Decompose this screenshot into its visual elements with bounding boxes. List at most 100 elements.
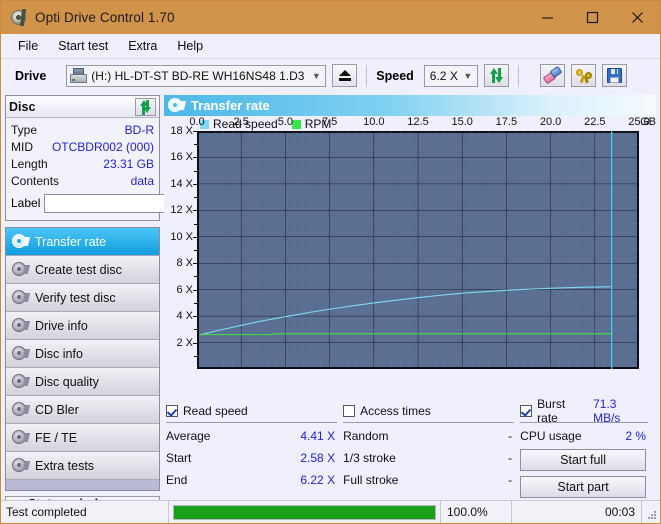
toolbar-divider-1 <box>366 64 368 87</box>
access-times-checkbox[interactable] <box>343 405 356 417</box>
stat-key: Random <box>343 429 389 443</box>
disc-tab-icon <box>12 262 31 277</box>
burst-rate-stats: Burst rate 71.3 MB/s CPU usage 2 % Start… <box>520 397 654 498</box>
tabs-filler <box>6 480 159 490</box>
x-tick-label: 7.5 <box>321 116 338 128</box>
stat-value: 6.22 X <box>300 473 336 487</box>
start-part-button[interactable]: Start part <box>520 476 646 498</box>
close-icon[interactable] <box>615 1 660 34</box>
refresh-button[interactable] <box>483 64 509 87</box>
disc-panel-title: Disc <box>9 99 36 114</box>
stats-panel: Read speed Average 4.41 X Start 2.58 X E… <box>164 397 656 500</box>
refresh-icon <box>139 100 152 115</box>
sidebar-item-disc-info[interactable]: Disc info <box>6 340 159 368</box>
status-message: Test completed <box>1 501 169 523</box>
chart-x-axis: 0.0 2.5 5.0 7.5 10.0 12.5 15.0 17.5 20.0 22.5 25.0… <box>189 116 656 136</box>
menu-bar: File Start test Extra Help <box>1 34 660 58</box>
sidebar-item-drive-info[interactable]: Drive info <box>6 312 159 340</box>
x-tick-label: 15.0 <box>451 116 473 128</box>
menu-item-extra[interactable]: Extra <box>119 37 166 56</box>
speed-label: Speed <box>376 68 414 83</box>
disc-row-value: 23.31 GB <box>103 156 154 171</box>
progress-bar <box>173 504 436 520</box>
disc-panel-header: Disc <box>6 96 159 118</box>
access-times-stats: Access times Random - 1/3 stroke - Full <box>343 402 520 498</box>
disc-row-key: Type <box>11 122 38 137</box>
disc-row-key: MID <box>11 139 33 154</box>
resize-grip[interactable] <box>642 501 660 523</box>
menu-item-file[interactable]: File <box>9 37 47 56</box>
disc-row-type: Type BD-R <box>11 121 154 138</box>
sidebar-item-verify-test-disc[interactable]: Verify test disc <box>6 284 159 312</box>
stat-key: Full stroke <box>343 473 399 487</box>
divider <box>166 422 338 423</box>
drive-toolbar: Drive (H:) HL-DT-ST BD-RE WH16NS48 1.D3 … <box>1 58 660 92</box>
stat-value: - <box>508 451 513 465</box>
speed-select[interactable]: 6.2 X ▼ <box>423 64 478 87</box>
drive-select-value: (H:) HL-DT-ST BD-RE WH16NS48 1.D3 <box>91 68 305 83</box>
drive-label: Drive <box>15 68 47 83</box>
disc-row-length: Length 23.31 GB <box>11 155 154 172</box>
sidebar-item-label: Verify test disc <box>35 290 116 305</box>
read-speed-checkbox[interactable] <box>166 405 178 417</box>
burst-rate-checkbox[interactable] <box>520 405 533 417</box>
window-controls <box>525 1 660 34</box>
access-times-checkbox-row[interactable]: Access times <box>343 402 520 420</box>
y-tick-label: 4 X <box>176 310 193 323</box>
disc-label-row: Label <box>11 191 249 215</box>
menu-item-start-test[interactable]: Start test <box>49 37 117 56</box>
minimize-icon[interactable] <box>525 1 570 34</box>
stat-row-random: Random - <box>343 425 520 447</box>
x-tick-label: 5.0 <box>277 116 294 128</box>
y-tick-label: 8 X <box>176 257 193 270</box>
disc-tab-icon <box>12 318 31 333</box>
eject-button[interactable] <box>332 64 358 87</box>
read-speed-checkbox-row[interactable]: Read speed <box>166 402 343 420</box>
toolbar-divider-2 <box>517 64 519 87</box>
sidebar-item-label: Disc quality <box>35 374 99 389</box>
sidebar-item-fe-te[interactable]: FE / TE <box>6 424 159 452</box>
stat-row-full-stroke: Full stroke - <box>343 469 520 491</box>
tools-button[interactable] <box>570 64 596 87</box>
sidebar-item-label: Extra tests <box>35 458 95 473</box>
window-title: Opti Drive Control 1.70 <box>35 10 175 25</box>
sidebar-item-transfer-rate[interactable]: Transfer rate <box>6 228 159 256</box>
app-window: Opti Drive Control 1.70 File Start test … <box>0 0 661 524</box>
disc-row-value: OTCBDR002 (000) <box>51 139 154 154</box>
maximize-icon[interactable] <box>570 1 615 34</box>
disc-row-value: BD-R <box>124 122 154 137</box>
disc-row-value: data <box>130 173 154 188</box>
sidebar-item-extra-tests[interactable]: Extra tests <box>6 452 159 480</box>
transfer-rate-icon <box>168 98 187 113</box>
save-button[interactable] <box>601 64 627 87</box>
disc-tab-icon <box>12 290 31 305</box>
erase-button[interactable] <box>539 64 565 87</box>
sidebar-item-cd-bler[interactable]: CD Bler <box>6 396 159 424</box>
x-tick-label: 20.0 <box>539 116 562 128</box>
burst-rate-checkbox-row[interactable]: Burst rate 71.3 MB/s <box>520 397 654 425</box>
chevron-down-icon: ▼ <box>463 70 473 81</box>
disc-panel: Disc Type BD-R MID OTCBDR002 (000) Lengt… <box>5 95 249 221</box>
y-tick-label: 10 X <box>170 230 193 243</box>
x-axis-unit: GB <box>640 116 656 128</box>
start-full-button[interactable]: Start full <box>520 449 646 471</box>
y-tick-label: 12 X <box>170 204 193 217</box>
sidebar-item-disc-quality[interactable]: Disc quality <box>6 368 159 396</box>
disc-tab-icon <box>12 402 31 417</box>
read-speed-stats: Read speed Average 4.41 X Start 2.58 X E… <box>166 402 343 498</box>
burst-rate-value: 71.3 MB/s <box>593 397 621 425</box>
transfer-rate-chart: Read speed RPM 2 X4 X6 X8 X 10 X 12 X 14 X1… <box>164 116 656 399</box>
drive-select[interactable]: (H:) HL-DT-ST BD-RE WH16NS48 1.D3 ▼ <box>66 64 327 87</box>
sidebar-item-label: Create test disc <box>35 262 122 277</box>
refresh-disc-button[interactable] <box>135 97 156 116</box>
sidebar-item-label: Transfer rate <box>35 234 107 249</box>
chart-series-svg <box>197 131 639 369</box>
divider <box>343 422 515 423</box>
panel-title-bar: Transfer rate <box>164 95 656 116</box>
stat-row-cpu-usage: CPU usage 2 % <box>520 425 654 447</box>
x-tick-label: 17.5 <box>495 116 518 128</box>
page-title: Transfer rate <box>191 98 270 113</box>
menu-item-help[interactable]: Help <box>168 37 212 56</box>
disc-label-key: Label <box>11 196 41 210</box>
sidebar-item-create-test-disc[interactable]: Create test disc <box>6 256 159 284</box>
